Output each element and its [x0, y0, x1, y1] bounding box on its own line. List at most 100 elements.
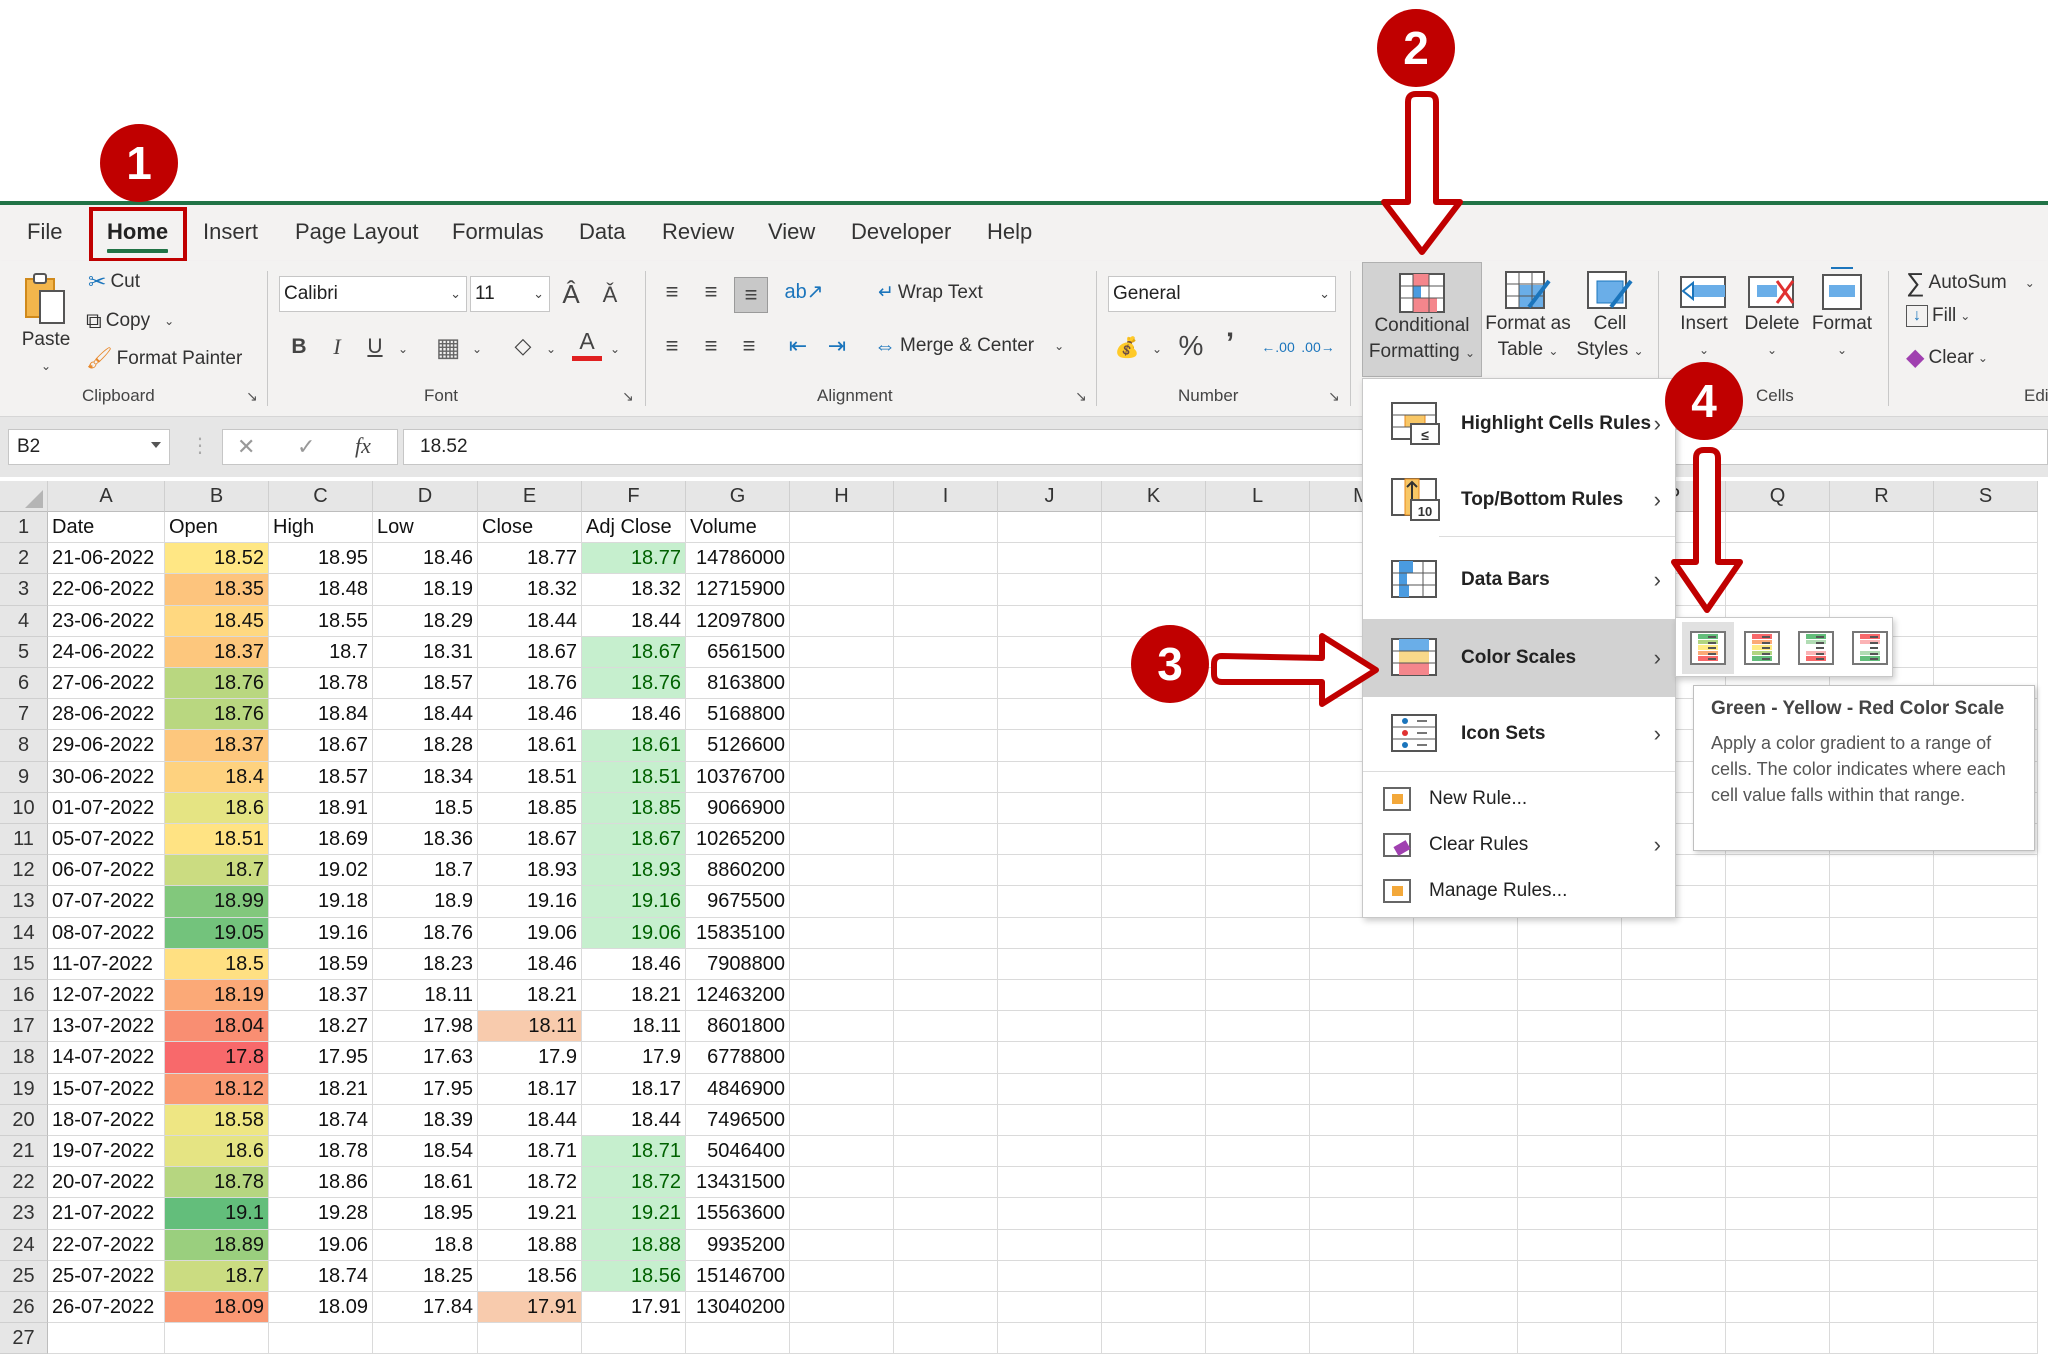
cell-a23[interactable]: 21-07-2022 — [48, 1198, 165, 1230]
cell-j20[interactable] — [998, 1104, 1102, 1136]
cell-p26[interactable] — [1622, 1292, 1726, 1324]
row-header-21[interactable]: 21 — [0, 1136, 48, 1168]
middle-align-icon[interactable]: ≡ — [696, 277, 726, 307]
cell-a13[interactable]: 07-07-2022 — [48, 886, 165, 918]
row-header-20[interactable]: 20 — [0, 1104, 48, 1136]
cell-a22[interactable]: 20-07-2022 — [48, 1167, 165, 1199]
cell-g12[interactable]: 8860200 — [686, 855, 790, 887]
row-header-25[interactable]: 25 — [0, 1260, 48, 1292]
cell-k18[interactable] — [1102, 1042, 1206, 1074]
cell-b24[interactable]: 18.89 — [165, 1229, 269, 1261]
cell-n27[interactable] — [1414, 1323, 1518, 1354]
color-scale-option-1[interactable] — [1682, 622, 1734, 674]
comma-style-button[interactable]: ’ — [1216, 327, 1244, 361]
bold-button[interactable]: B — [287, 331, 311, 363]
row-header-8[interactable]: 8 — [0, 730, 48, 762]
cell-k23[interactable] — [1102, 1198, 1206, 1230]
cell-h26[interactable] — [790, 1292, 894, 1324]
cell-m19[interactable] — [1310, 1073, 1414, 1105]
cell-s1[interactable] — [1934, 512, 2038, 544]
cell-a4[interactable]: 23-06-2022 — [48, 605, 165, 637]
cell-h5[interactable] — [790, 636, 894, 668]
format-cells-button[interactable]: Format ⌄ — [1806, 265, 1878, 363]
cell-g4[interactable]: 12097800 — [686, 605, 790, 637]
cell-e26[interactable]: 17.91 — [478, 1292, 582, 1324]
cell-m20[interactable] — [1310, 1104, 1414, 1136]
column-header-b[interactable]: B — [165, 481, 269, 512]
cell-i22[interactable] — [894, 1167, 998, 1199]
enter-icon[interactable]: ✓ — [297, 434, 315, 460]
cell-p23[interactable] — [1622, 1198, 1726, 1230]
cell-h18[interactable] — [790, 1042, 894, 1074]
cell-p18[interactable] — [1622, 1042, 1726, 1074]
cell-k1[interactable] — [1102, 512, 1206, 544]
chevron-down-icon[interactable]: ⌄ — [1054, 339, 1064, 353]
row-header-9[interactable]: 9 — [0, 761, 48, 793]
cell-d4[interactable]: 18.29 — [373, 605, 478, 637]
cell-k27[interactable] — [1102, 1323, 1206, 1354]
cell-d25[interactable]: 18.25 — [373, 1260, 478, 1292]
cell-f2[interactable]: 18.77 — [582, 543, 686, 575]
row-header-15[interactable]: 15 — [0, 948, 48, 980]
cell-b20[interactable]: 18.58 — [165, 1104, 269, 1136]
font-name-select[interactable]: Calibri ⌄ — [279, 276, 467, 312]
cell-n14[interactable] — [1414, 917, 1518, 949]
cell-g24[interactable]: 9935200 — [686, 1229, 790, 1261]
cell-s14[interactable] — [1934, 917, 2038, 949]
cell-r14[interactable] — [1830, 917, 1934, 949]
align-right-icon[interactable]: ≡ — [734, 331, 764, 361]
cell-i9[interactable] — [894, 761, 998, 793]
tab-page-layout[interactable]: Page Layout — [295, 219, 419, 245]
cell-d22[interactable]: 18.61 — [373, 1167, 478, 1199]
cell-l7[interactable] — [1206, 699, 1310, 731]
cell-c14[interactable]: 19.16 — [269, 917, 373, 949]
column-header-g[interactable]: G — [686, 481, 790, 512]
cell-j12[interactable] — [998, 855, 1102, 887]
cell-b10[interactable]: 18.6 — [165, 792, 269, 824]
cell-g25[interactable]: 15146700 — [686, 1260, 790, 1292]
cell-a8[interactable]: 29-06-2022 — [48, 730, 165, 762]
align-left-icon[interactable]: ≡ — [657, 331, 687, 361]
cell-c23[interactable]: 19.28 — [269, 1198, 373, 1230]
cell-h9[interactable] — [790, 761, 894, 793]
cell-d14[interactable]: 18.76 — [373, 917, 478, 949]
cell-g23[interactable]: 15563600 — [686, 1198, 790, 1230]
underline-button[interactable]: U — [363, 331, 387, 363]
cell-i6[interactable] — [894, 668, 998, 700]
row-header-18[interactable]: 18 — [0, 1042, 48, 1074]
cell-k8[interactable] — [1102, 730, 1206, 762]
cell-k17[interactable] — [1102, 1011, 1206, 1043]
cell-q1[interactable] — [1726, 512, 1830, 544]
cell-c20[interactable]: 18.74 — [269, 1104, 373, 1136]
cell-q19[interactable] — [1726, 1073, 1830, 1105]
cell-r12[interactable] — [1830, 855, 1934, 887]
cell-r19[interactable] — [1830, 1073, 1934, 1105]
cell-i21[interactable] — [894, 1136, 998, 1168]
increase-indent-icon[interactable]: ⇥ — [822, 331, 852, 361]
increase-font-size-icon[interactable]: Â — [556, 277, 586, 311]
cell-e17[interactable]: 18.11 — [478, 1011, 582, 1043]
cell-q15[interactable] — [1726, 948, 1830, 980]
cell-a20[interactable]: 18-07-2022 — [48, 1104, 165, 1136]
chevron-down-icon[interactable]: ⌄ — [544, 339, 558, 359]
formula-input[interactable]: 18.52 — [403, 429, 2048, 465]
cell-c26[interactable]: 18.09 — [269, 1292, 373, 1324]
cell-b8[interactable]: 18.37 — [165, 730, 269, 762]
cell-o24[interactable] — [1518, 1229, 1622, 1261]
cell-m15[interactable] — [1310, 948, 1414, 980]
cell-s25[interactable] — [1934, 1260, 2038, 1292]
cell-k21[interactable] — [1102, 1136, 1206, 1168]
chevron-down-icon[interactable]: ⌄ — [2025, 276, 2035, 290]
cell-c11[interactable]: 18.69 — [269, 824, 373, 856]
cell-a9[interactable]: 30-06-2022 — [48, 761, 165, 793]
cell-c16[interactable]: 18.37 — [269, 980, 373, 1012]
cell-p19[interactable] — [1622, 1073, 1726, 1105]
menu-item-color-scales[interactable]: Color Scales › — [1363, 619, 1675, 697]
cell-e14[interactable]: 19.06 — [478, 917, 582, 949]
insert-function-icon[interactable]: fx — [355, 433, 371, 459]
cell-c19[interactable]: 18.21 — [269, 1073, 373, 1105]
cell-e23[interactable]: 19.21 — [478, 1198, 582, 1230]
percent-style-button[interactable]: % — [1174, 329, 1208, 363]
cell-h13[interactable] — [790, 886, 894, 918]
merge-center-button[interactable]: ⇔ Merge & Center ⌄ — [874, 333, 1064, 359]
